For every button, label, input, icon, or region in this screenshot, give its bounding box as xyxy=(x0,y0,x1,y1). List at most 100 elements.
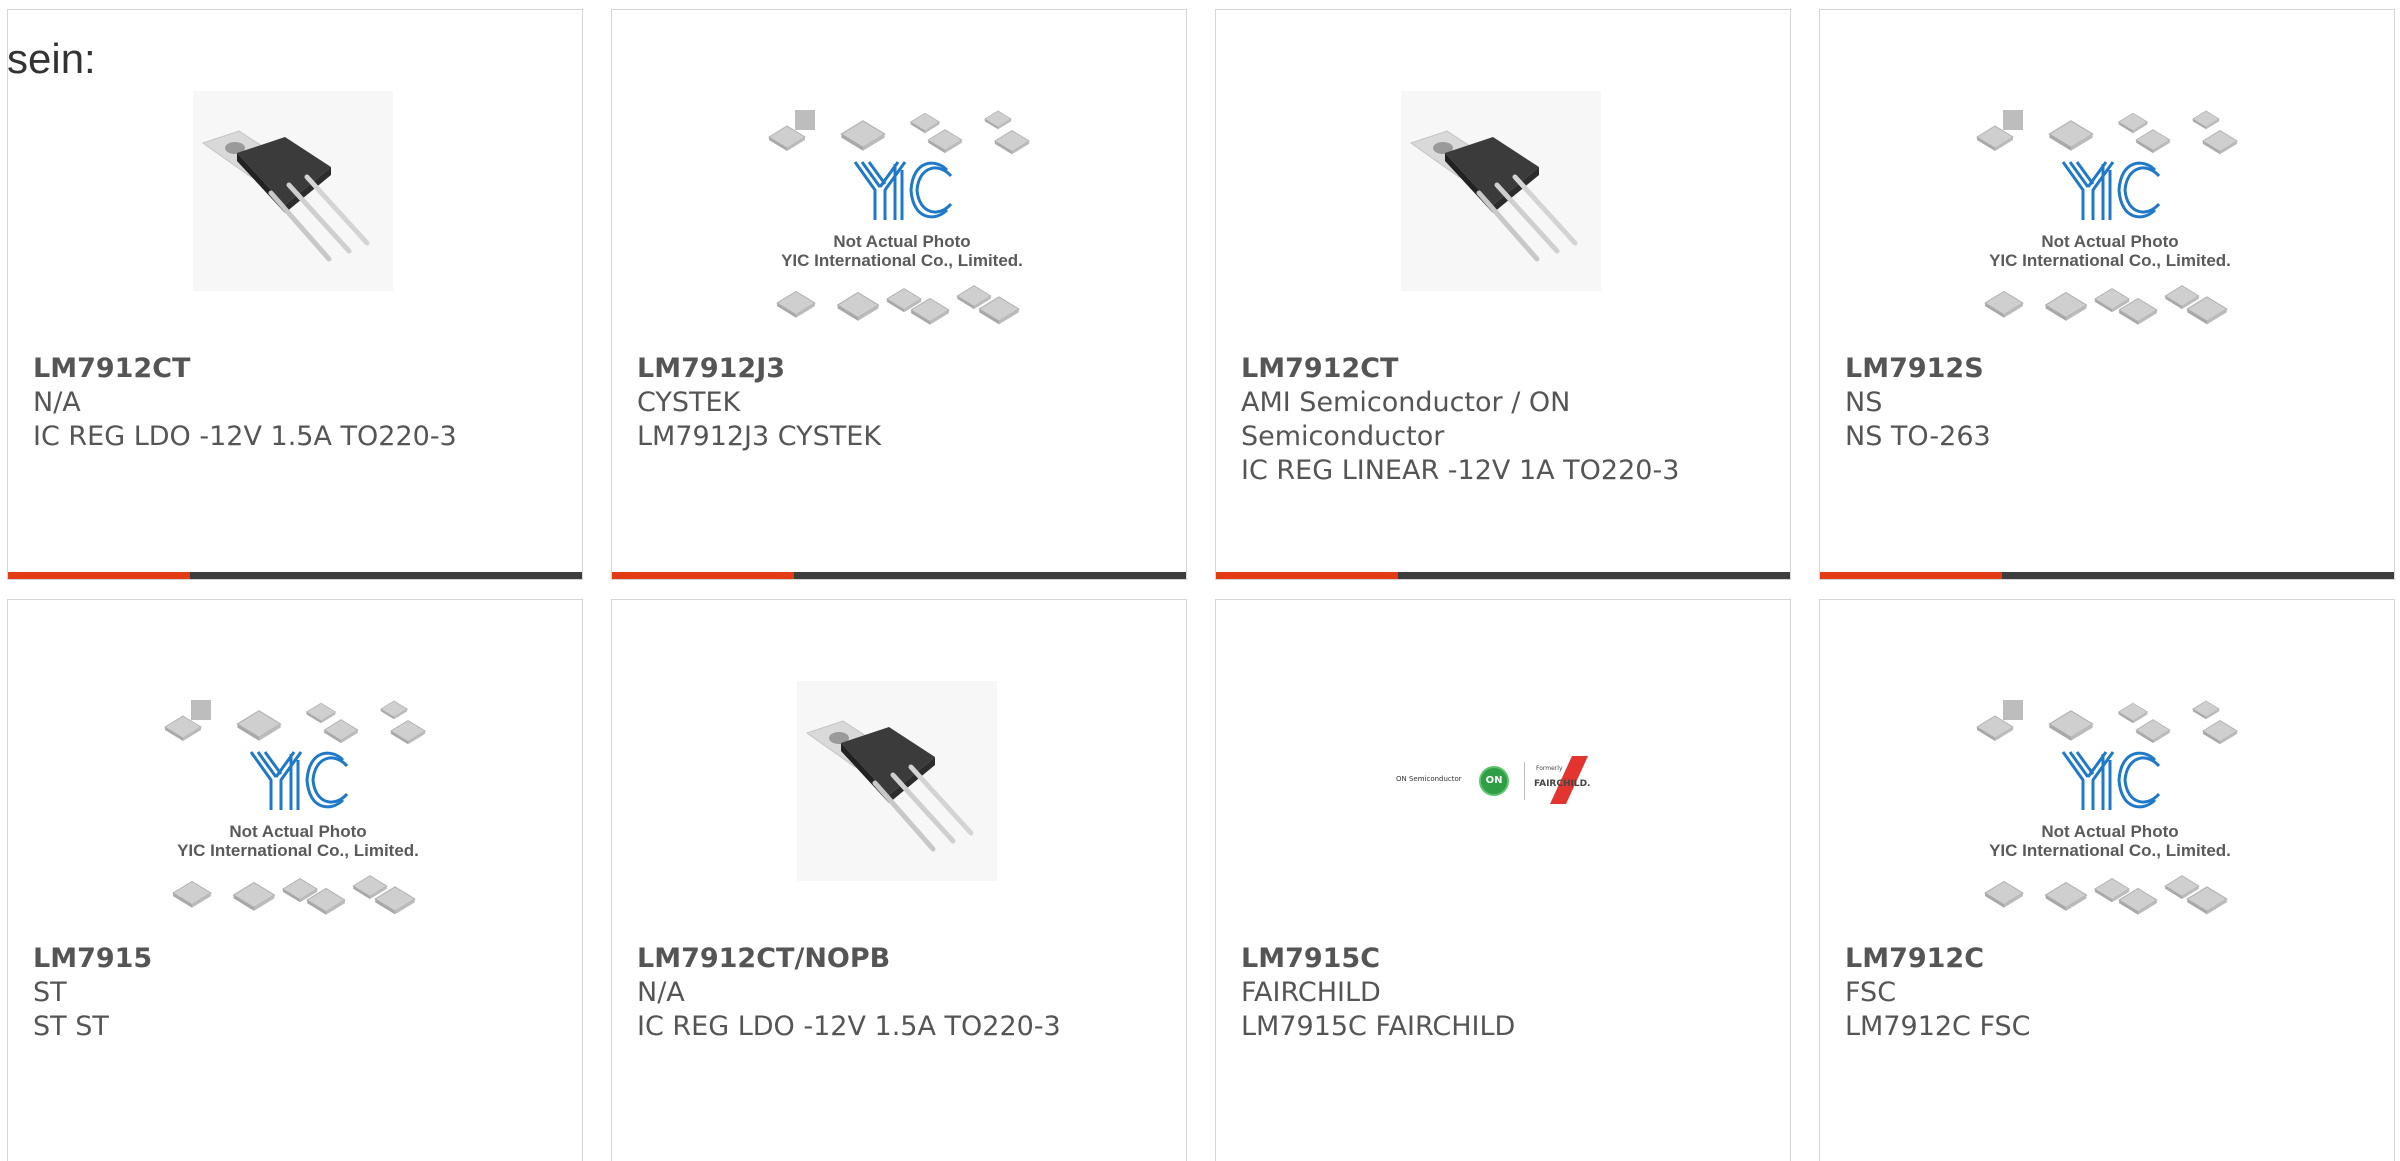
placeholder-caption-1: Not Actual Photo xyxy=(2041,822,2179,841)
chip-icon xyxy=(1983,284,2025,322)
chip-icon xyxy=(2185,292,2229,326)
onsemi-fairchild-logo: ON Semiconductor ON Formerly FAIRCHILD. xyxy=(1384,750,1624,810)
placeholder-caption-1: Not Actual Photo xyxy=(229,822,367,841)
yic-logo-icon xyxy=(243,746,353,816)
manufacturer: CYSTEK xyxy=(637,387,741,418)
not-actual-photo-placeholder: Not Actual Photo YIC International Co., … xyxy=(1975,108,2245,348)
product-card[interactable]: Not Actual Photo YIC International Co., … xyxy=(611,9,1187,580)
chip-icon xyxy=(833,116,893,152)
product-image[interactable] xyxy=(612,652,1187,945)
description: ST ST xyxy=(33,1011,109,1042)
description: IC REG LINEAR -12V 1A TO220-3 xyxy=(1241,455,1680,486)
chip-icon xyxy=(2043,878,2089,912)
part-number[interactable]: LM7912CT xyxy=(1241,352,1770,386)
chip-icon xyxy=(373,882,417,916)
chip-icon xyxy=(229,706,289,742)
card-bottom-bar xyxy=(1216,572,1790,579)
manufacturer: ST xyxy=(33,977,67,1008)
chip-icon xyxy=(1983,874,2025,912)
chip-icon xyxy=(993,126,1031,156)
manufacturer: FSC xyxy=(1845,977,1897,1008)
chip-icon xyxy=(795,110,815,130)
chip-icon xyxy=(925,126,965,154)
yic-logo-icon xyxy=(2055,156,2165,226)
product-card[interactable]: Not Actual Photo YIC International Co., … xyxy=(7,599,583,1161)
to220-package-photo xyxy=(797,681,997,881)
card-accent-bar xyxy=(1820,572,2002,579)
to220-package-photo xyxy=(1401,91,1601,291)
chip-icon xyxy=(2003,110,2023,130)
not-actual-photo-placeholder: Not Actual Photo YIC International Co., … xyxy=(163,698,433,938)
to220-package-photo xyxy=(193,91,393,291)
product-image[interactable]: ON Semiconductor ON Formerly FAIRCHILD. xyxy=(1216,652,1790,945)
product-image[interactable] xyxy=(8,62,583,355)
chip-icon xyxy=(2003,700,2023,720)
part-number[interactable]: LM7915C xyxy=(1241,942,1770,976)
card-bottom-bar xyxy=(612,572,1186,579)
placeholder-caption-1: Not Actual Photo xyxy=(2041,232,2179,251)
card-accent-bar xyxy=(8,572,190,579)
description: LM7912J3 CYSTEK xyxy=(637,421,882,452)
manufacturer: AMI Semiconductor / ON Semiconductor xyxy=(1241,387,1571,452)
chip-icon xyxy=(2133,126,2173,154)
chip-icon xyxy=(835,288,881,322)
product-card[interactable]: ON Semiconductor ON Formerly FAIRCHILD. … xyxy=(1215,599,1791,1161)
manufacturer: N/A xyxy=(637,977,685,1008)
description: IC REG LDO -12V 1.5A TO220-3 xyxy=(33,421,457,452)
part-number[interactable]: LM7912CT xyxy=(33,352,562,386)
yic-logo-icon xyxy=(2055,746,2165,816)
chip-icon xyxy=(2041,116,2101,152)
product-image[interactable] xyxy=(1216,62,1791,355)
chip-icon xyxy=(2117,294,2159,326)
part-number[interactable]: LM7915 xyxy=(33,942,562,976)
card-accent-bar xyxy=(1216,572,1398,579)
product-card[interactable]: LM7912CT N/A IC REG LDO -12V 1.5A TO220-… xyxy=(7,9,583,580)
manufacturer: NS xyxy=(1845,387,1883,418)
chip-icon xyxy=(775,284,817,322)
part-number[interactable]: LM7912C xyxy=(1845,942,2374,976)
placeholder-caption-1: Not Actual Photo xyxy=(833,232,971,251)
product-card[interactable]: LM7912CT AMI Semiconductor / ON Semicond… xyxy=(1215,9,1791,580)
chip-icon xyxy=(389,716,427,746)
chip-icon xyxy=(2117,884,2159,916)
chip-icon xyxy=(231,878,277,912)
intro-text: sein: xyxy=(7,35,96,82)
not-actual-photo-placeholder: Not Actual Photo YIC International Co., … xyxy=(1975,698,2245,938)
chip-icon xyxy=(321,716,361,744)
manufacturer: N/A xyxy=(33,387,81,418)
not-actual-photo-placeholder: Not Actual Photo YIC International Co., … xyxy=(767,108,1037,348)
logo-divider xyxy=(1524,762,1525,800)
chip-icon xyxy=(2185,882,2229,916)
description: LM7915C FAIRCHILD xyxy=(1241,1011,1516,1042)
product-image[interactable]: Not Actual Photo YIC International Co., … xyxy=(8,652,583,945)
onsemi-text: ON Semiconductor xyxy=(1396,775,1462,783)
description: NS TO-263 xyxy=(1845,421,1991,452)
chip-icon xyxy=(2043,288,2089,322)
chip-icon xyxy=(909,294,951,326)
placeholder-caption-2: YIC International Co., Limited. xyxy=(177,841,419,860)
description: IC REG LDO -12V 1.5A TO220-3 xyxy=(637,1011,1061,1042)
placeholder-caption-2: YIC International Co., Limited. xyxy=(1989,841,2231,860)
chip-icon xyxy=(305,884,347,916)
placeholder-caption-2: YIC International Co., Limited. xyxy=(781,251,1023,270)
description: LM7912C FSC xyxy=(1845,1011,2031,1042)
part-number[interactable]: LM7912CT/NOPB xyxy=(637,942,1166,976)
chip-icon xyxy=(2133,716,2173,744)
product-card[interactable]: LM7912CT/NOPB N/A IC REG LDO -12V 1.5A T… xyxy=(611,599,1187,1161)
manufacturer: FAIRCHILD xyxy=(1241,977,1381,1008)
fairchild-text: FAIRCHILD. xyxy=(1534,779,1591,789)
product-card[interactable]: Not Actual Photo YIC International Co., … xyxy=(1819,9,2395,580)
chip-icon xyxy=(171,874,213,912)
card-accent-bar xyxy=(612,572,794,579)
card-bottom-bar xyxy=(1820,572,2394,579)
yic-logo-icon xyxy=(847,156,957,226)
part-number[interactable]: LM7912S xyxy=(1845,352,2374,386)
product-image[interactable]: Not Actual Photo YIC International Co., … xyxy=(612,62,1187,355)
chip-icon xyxy=(977,292,1021,326)
product-image[interactable]: Not Actual Photo YIC International Co., … xyxy=(1820,62,2395,355)
chip-icon xyxy=(2041,706,2101,742)
chip-icon xyxy=(2201,716,2239,746)
product-card[interactable]: Not Actual Photo YIC International Co., … xyxy=(1819,599,2395,1161)
part-number[interactable]: LM7912J3 xyxy=(637,352,1166,386)
product-image[interactable]: Not Actual Photo YIC International Co., … xyxy=(1820,652,2395,945)
